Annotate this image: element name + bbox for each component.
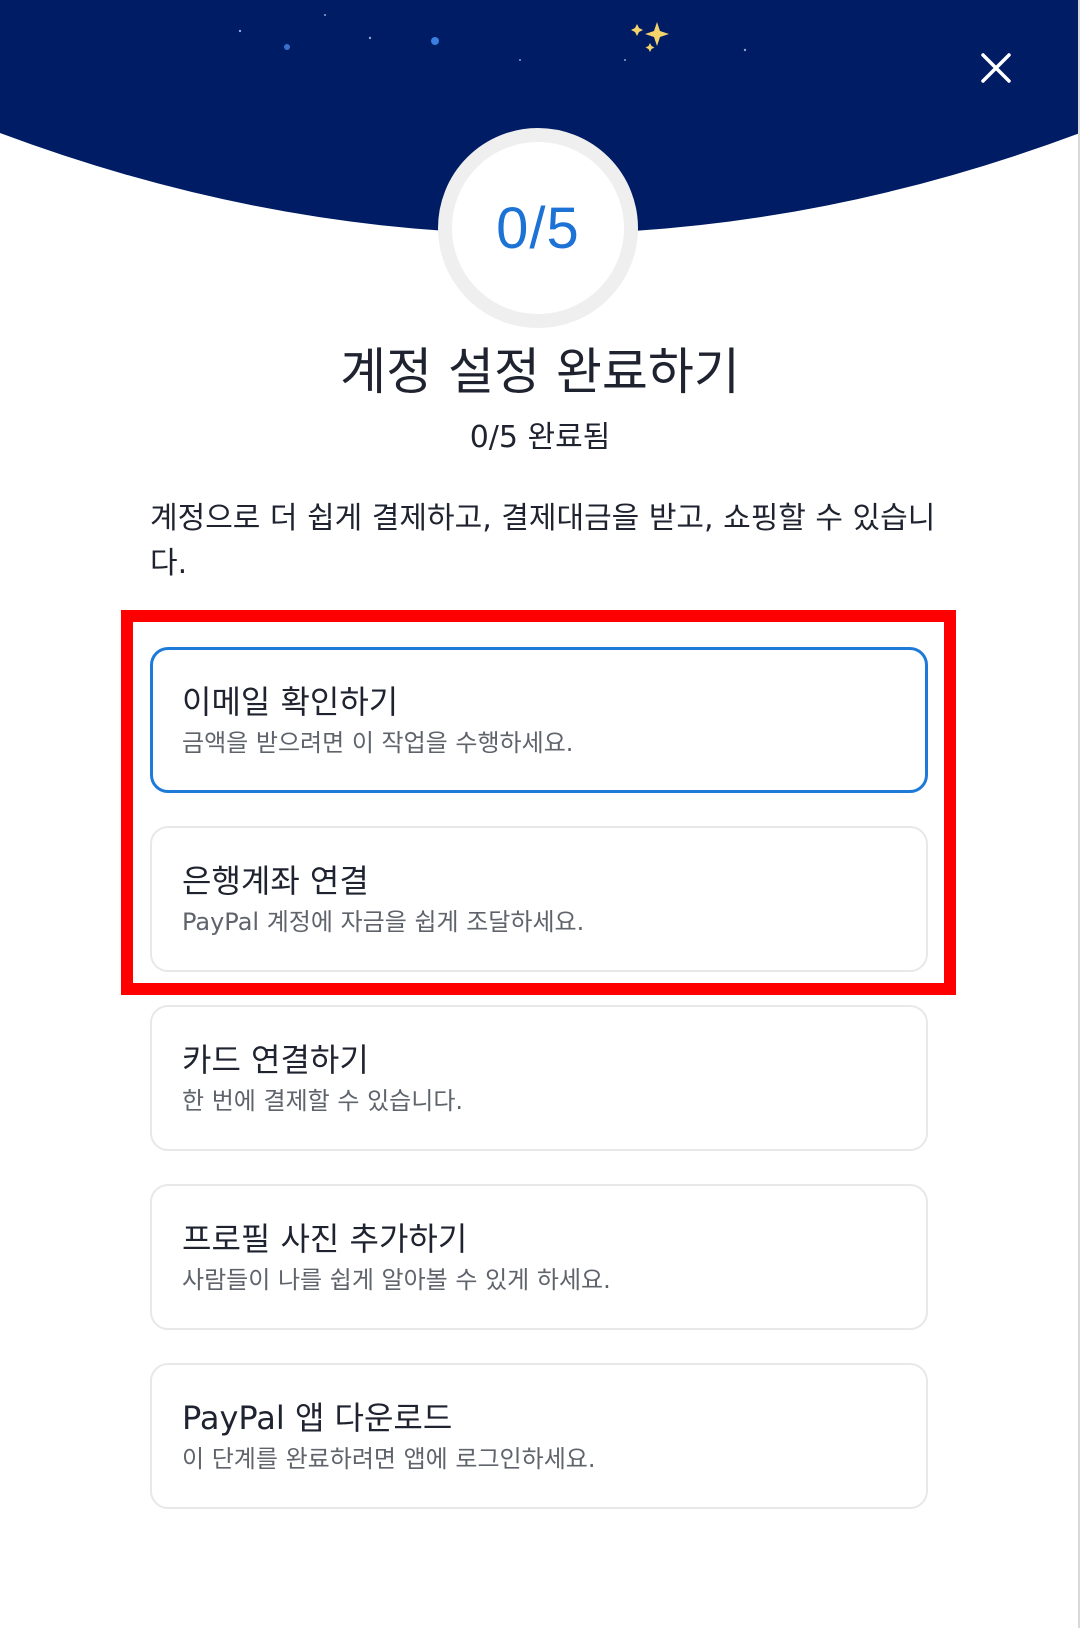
task-download-app[interactable]: PayPal 앱 다운로드 이 단계를 완료하려면 앱에 로그인하세요. [150, 1363, 928, 1509]
task-add-profile-photo[interactable]: 프로필 사진 추가하기 사람들이 나를 쉽게 알아볼 수 있게 하세요. [150, 1184, 928, 1330]
task-title: 은행계좌 연결 [182, 862, 369, 900]
task-title: 카드 연결하기 [182, 1041, 369, 1079]
task-subtitle: 한 번에 결제할 수 있습니다. [182, 1087, 464, 1115]
task-verify-email[interactable]: 이메일 확인하기 금액을 받으려면 이 작업을 수행하세요. [150, 647, 928, 793]
progress-ring: 0/5 [438, 128, 638, 328]
task-subtitle: 이 단계를 완료하려면 앱에 로그인하세요. [182, 1445, 596, 1473]
close-button[interactable] [974, 46, 1018, 90]
page-description: 계정으로 더 쉽게 결제하고, 결제대금을 받고, 쇼핑할 수 있습니다. [150, 501, 936, 581]
progress-label: 0/5 [496, 195, 580, 261]
progress-subtitle: 0/5 완료됨 [469, 420, 611, 455]
page-title: 계정 설정 완료하기 [340, 343, 740, 401]
task-subtitle: 사람들이 나를 쉽게 알아볼 수 있게 하세요. [182, 1266, 611, 1294]
account-setup-page: 0/5 계정 설정 완료하기 0/5 완료됨 계정으로 더 쉽게 결제하고, 결… [0, 0, 1080, 1628]
task-list: 이메일 확인하기 금액을 받으려면 이 작업을 수행하세요. 은행계좌 연결 P… [150, 647, 928, 1542]
close-icon [981, 53, 1011, 83]
task-subtitle: PayPal 계정에 자금을 쉽게 조달하세요. [182, 908, 585, 936]
task-title: 이메일 확인하기 [182, 683, 399, 721]
task-title: PayPal 앱 다운로드 [182, 1399, 453, 1437]
task-subtitle: 금액을 받으려면 이 작업을 수행하세요. [182, 729, 574, 757]
task-link-card[interactable]: 카드 연결하기 한 번에 결제할 수 있습니다. [150, 1005, 928, 1151]
task-link-bank[interactable]: 은행계좌 연결 PayPal 계정에 자금을 쉽게 조달하세요. [150, 826, 928, 972]
task-title: 프로필 사진 추가하기 [182, 1220, 468, 1258]
